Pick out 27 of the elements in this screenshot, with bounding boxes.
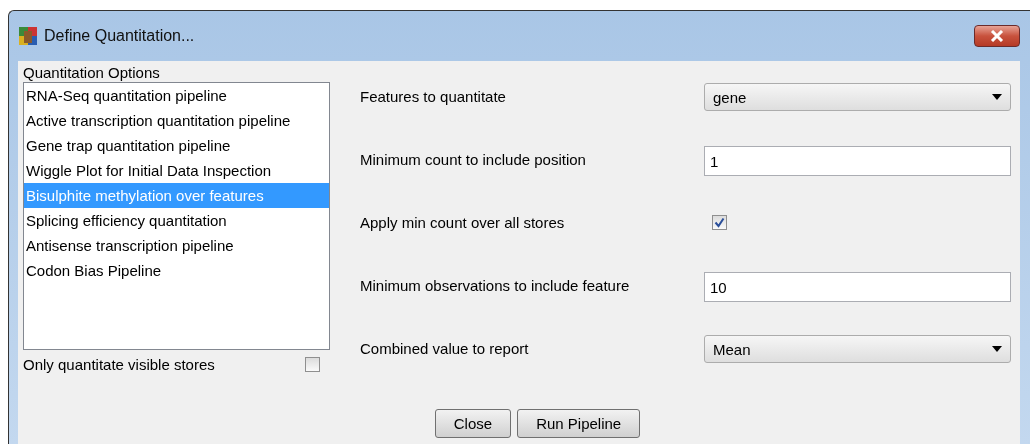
list-item[interactable]: Codon Bias Pipeline <box>24 258 329 283</box>
dropdown[interactable]: Mean <box>704 335 1011 363</box>
list-item[interactable]: Splicing efficiency quantitation <box>24 208 329 233</box>
checkbox[interactable] <box>712 215 727 230</box>
list-item[interactable]: Gene trap quantitation pipeline <box>24 133 329 158</box>
input-field[interactable]: 1 <box>704 146 1011 176</box>
options-label: Quantitation Options <box>23 64 161 82</box>
setting-label: Features to quantitate <box>360 87 507 107</box>
caret-icon <box>992 346 1002 352</box>
app-logo-icon <box>18 26 38 46</box>
window-title: Define Quantitation... <box>44 27 195 45</box>
close-icon[interactable] <box>974 25 1020 47</box>
caret-icon <box>992 94 1002 100</box>
list-item[interactable]: Active transcription quantitation pipeline <box>24 108 329 133</box>
input-field[interactable]: 10 <box>704 272 1011 302</box>
setting-label: Combined value to report <box>360 339 530 359</box>
checkbox[interactable] <box>305 357 320 372</box>
list-item[interactable]: Wiggle Plot for Initial Data Inspection <box>24 158 329 183</box>
dialog-button[interactable]: Run Pipeline <box>517 409 641 438</box>
setting-label: Minimum observations to include feature <box>360 276 631 296</box>
dialog-button[interactable]: Close <box>434 409 512 438</box>
list-item[interactable]: RNA-Seq quantitation pipeline <box>24 83 329 108</box>
checkbox-label: Only quantitate visible stores <box>23 356 215 373</box>
setting-label: Minimum count to include position <box>360 150 587 170</box>
list-item[interactable]: Antisense transcription pipeline <box>24 233 329 258</box>
setting-label: Apply min count over all stores <box>360 213 566 233</box>
dropdown[interactable]: gene <box>704 83 1011 111</box>
